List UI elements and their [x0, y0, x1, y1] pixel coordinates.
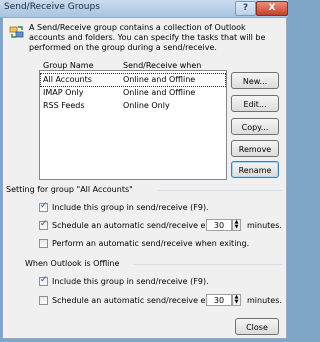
group-when: Online and Offline	[123, 88, 196, 97]
group-name: RSS Feeds	[43, 101, 85, 110]
settings-divider	[157, 190, 282, 191]
group-when: Online Only	[123, 101, 170, 110]
exit-label: Perform an automatic send/receive when e…	[52, 239, 250, 248]
intro-text: A Send/Receive group contains a collecti…	[29, 23, 266, 52]
group-name: All Accounts	[43, 75, 92, 84]
window-title: Send/Receive Groups	[4, 2, 100, 12]
offline-schedule-spinner[interactable]: ▲ ▼	[232, 294, 241, 306]
list-item[interactable]: RSS Feeds Online Only	[41, 100, 225, 112]
offline-minutes-input[interactable]: 30	[206, 294, 232, 306]
help-button[interactable]: ?	[235, 1, 256, 16]
title-bar: Send/Receive Groups ? X	[0, 0, 288, 17]
settings-group-title: Setting for group "All Accounts"	[6, 185, 133, 194]
offline-minutes-label: minutes.	[247, 296, 282, 305]
offline-include-label: Include this group in send/receive (F9).	[52, 277, 209, 286]
column-header-send-receive-when: Send/Receive when	[123, 61, 202, 70]
schedule-minutes-input[interactable]: 30	[206, 219, 232, 231]
schedule-label: Schedule an automatic send/receive every	[52, 221, 224, 230]
rename-button[interactable]: Rename	[231, 161, 279, 178]
minutes-label: minutes.	[247, 221, 282, 230]
schedule-checkbox[interactable]: ✓	[39, 219, 48, 230]
list-item[interactable]: All Accounts Online and Offline	[40, 73, 226, 87]
offline-include-checkbox[interactable]: ✓	[39, 275, 48, 286]
include-group-label: Include this group in send/receive (F9).	[52, 203, 209, 212]
offline-schedule-checkbox[interactable]	[39, 296, 48, 305]
edit-button[interactable]: Edit...	[231, 95, 279, 112]
offline-divider	[133, 264, 282, 265]
group-when: Online and Offline	[123, 75, 196, 84]
remove-button[interactable]: Remove	[231, 140, 279, 157]
exit-checkbox[interactable]	[39, 239, 48, 248]
groups-list[interactable]: All Accounts Online and Offline IMAP Onl…	[39, 70, 227, 180]
new-button[interactable]: New...	[231, 72, 279, 89]
copy-button[interactable]: Copy...	[231, 118, 279, 135]
group-name: IMAP Only	[43, 88, 84, 97]
offline-group-title: When Outlook is Offline	[25, 259, 120, 268]
dialog-body: A Send/Receive group contains a collecti…	[2, 17, 287, 339]
schedule-spinner[interactable]: ▲ ▼	[232, 219, 241, 231]
include-group-checkbox[interactable]: ✓	[39, 201, 48, 212]
send-receive-icon	[9, 26, 24, 38]
column-header-group-name: Group Name	[43, 61, 94, 70]
offline-schedule-label: Schedule an automatic send/receive every	[52, 296, 224, 305]
close-window-button[interactable]: X	[256, 1, 288, 16]
close-button[interactable]: Close	[235, 318, 279, 335]
list-item[interactable]: IMAP Only Online and Offline	[41, 87, 225, 99]
